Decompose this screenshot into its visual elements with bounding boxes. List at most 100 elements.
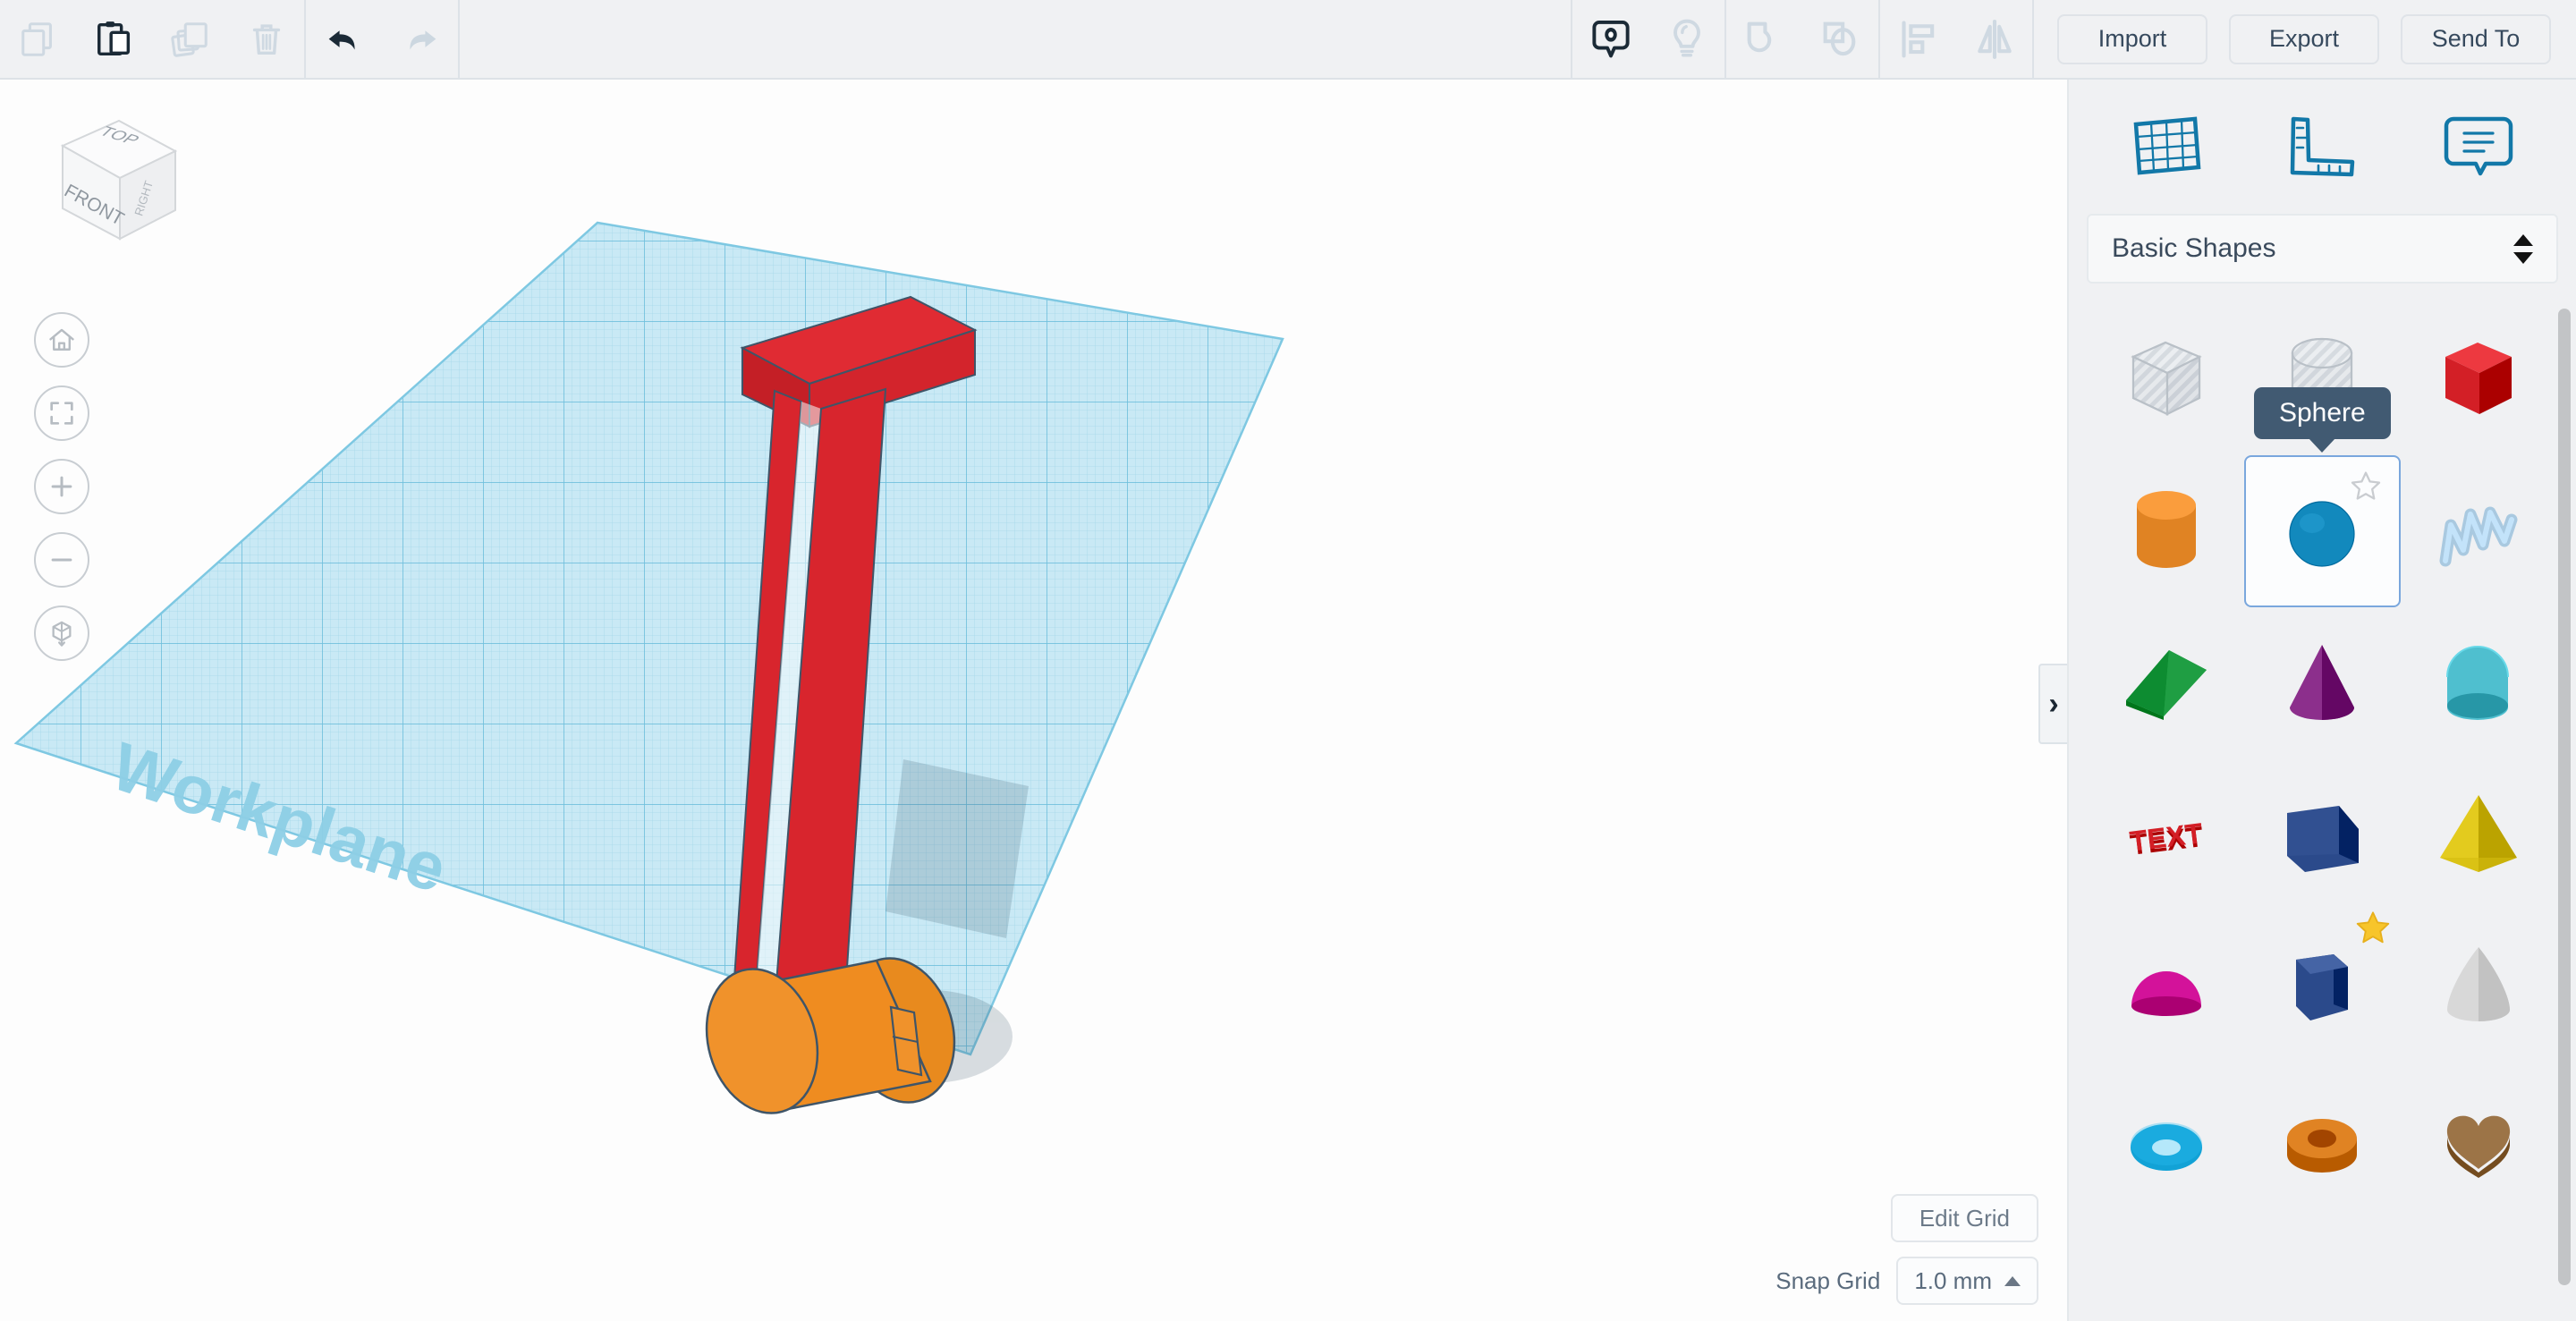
delete-button[interactable] [228,0,304,79]
zoom-out-button[interactable] [34,532,89,588]
shape-item-heart[interactable] [2401,1063,2556,1215]
3d-viewport[interactable]: Workplane [0,80,2067,1321]
shape-item-tube[interactable] [2244,1063,2400,1215]
snap-grid-value: 1.0 mm [1914,1267,1992,1295]
heart-thumbnail [2426,1087,2531,1192]
import-button[interactable]: Import [2057,14,2207,64]
shape-category-select[interactable]: Basic Shapes [2087,214,2558,284]
group-tool-group [1726,0,1878,79]
send-to-button[interactable]: Send To [2401,14,2551,64]
copy-icon [18,19,59,60]
home-icon [47,325,77,355]
shape-item-pyramid[interactable] [2401,759,2556,911]
shape-item-box-hole[interactable] [2089,303,2244,455]
notes-tool-button[interactable] [2425,97,2532,196]
view-cube[interactable]: TOP FRONT RIGHT [34,96,199,261]
spinner-arrows-icon [2513,234,2533,264]
note-bubble-icon [2441,114,2516,180]
ungroup-button[interactable] [1802,0,1878,79]
projection-toggle-button[interactable] [34,605,89,661]
shape-library-scroll[interactable]: TEXT TEXT [2069,303,2576,1321]
toolbar-spacer [460,0,1571,79]
redo-button[interactable] [382,0,458,79]
box-hole-thumbnail [2114,326,2219,432]
polygon-prism-thumbnail [2269,783,2375,888]
show-hide-button[interactable] [1572,0,1648,79]
copy-button[interactable] [0,0,76,79]
cone-thumbnail [2269,631,2375,736]
workplane-label: Workplane [103,728,455,907]
caret-up-icon [2004,1276,2021,1286]
paste-button[interactable] [76,0,152,79]
shapes-side-panel: Basic Shapes [2067,80,2576,1321]
toolbar-divider-6 [2032,0,2034,79]
snap-grid-label: Snap Grid [1775,1267,1880,1295]
export-button[interactable]: Export [2229,14,2379,64]
group-shapes-icon [1741,16,1788,63]
snap-grid-select[interactable]: 1.0 mm [1896,1257,2038,1305]
panel-collapse-handle[interactable]: › [2038,664,2067,744]
ortho-perspective-icon [47,618,77,648]
grid-controls: Edit Grid Snap Grid 1.0 mm [1775,1194,2038,1305]
workplane-grid [0,80,2067,1321]
history-tool-group [306,0,458,79]
redo-arrow-icon [397,16,444,63]
shape-item-polygon-prism[interactable] [2244,759,2400,911]
shape-grid: TEXT TEXT [2069,303,2576,1215]
scribble-thumbnail [2426,478,2531,584]
panel-tool-tabs [2069,80,2576,214]
shape-item-cylinder[interactable] [2089,455,2244,607]
light-button[interactable] [1648,0,1724,79]
file-actions-group: Import Export Send To [2057,0,2576,79]
cylinder-hole-thumbnail [2269,326,2375,432]
shape-item-box[interactable] [2401,303,2556,455]
align-button[interactable] [1880,0,1956,79]
ruler-icon [2284,114,2360,180]
duplicate-button[interactable] [152,0,228,79]
shape-item-wedge[interactable] [2089,607,2244,759]
shape-item-sphere[interactable] [2244,455,2400,607]
favorite-star-filled[interactable] [2352,908,2394,953]
torus-thumbnail [2114,1087,2219,1192]
favorite-star-outline-icon[interactable] [2347,468,2385,505]
favorite-star-filled-icon[interactable] [2352,908,2394,949]
snap-grid-row: Snap Grid 1.0 mm [1775,1257,2038,1305]
zoom-in-button[interactable] [34,459,89,514]
chevron-right-icon: › [2048,689,2058,719]
shape-item-half-sphere[interactable] [2089,911,2244,1063]
ruler-tool-button[interactable] [2268,97,2376,196]
home-view-button[interactable] [34,312,89,368]
align-tool-group [1880,0,2032,79]
wedge-thumbnail [2114,631,2219,736]
minus-icon [47,545,77,575]
clipboard-tool-group [0,0,304,79]
mirror-flip-icon [1971,16,2018,63]
favorite-star-outline[interactable] [2347,468,2385,510]
shape-item-hexagon-prism[interactable] [2244,911,2400,1063]
shape-item-scribble[interactable] [2401,455,2556,607]
tinkercad-editor: Import Export Send To [0,0,2576,1321]
lightbulb-icon [1664,16,1710,63]
mirror-button[interactable] [1956,0,2032,79]
shape-item-text[interactable]: TEXT TEXT [2089,759,2244,911]
fit-view-button[interactable] [34,385,89,441]
fit-to-screen-icon [47,398,77,428]
model-shadow [848,759,1029,1083]
edit-grid-button[interactable]: Edit Grid [1891,1194,2038,1242]
group-button[interactable] [1726,0,1802,79]
ungroup-shapes-icon [1818,16,1864,63]
shape-item-cone[interactable] [2244,607,2400,759]
paraboloid-thumbnail [2426,935,2531,1040]
shape-item-cylinder-hole[interactable] [2244,303,2400,455]
panel-scrollbar-thumb[interactable] [2558,309,2571,1285]
tube-thumbnail [2269,1087,2375,1192]
shape-item-torus[interactable] [2089,1063,2244,1215]
workplane-scene: Workplane [0,80,2067,1321]
category-select-wrap: Basic Shapes [2069,214,2576,284]
shape-item-paraboloid[interactable] [2401,911,2556,1063]
undo-button[interactable] [306,0,382,79]
panel-scrollbar[interactable] [2558,303,2571,1321]
shape-item-round-roof[interactable] [2401,607,2556,759]
workplane-tool-button[interactable] [2113,97,2220,196]
viewport-nav-controls [34,312,89,661]
